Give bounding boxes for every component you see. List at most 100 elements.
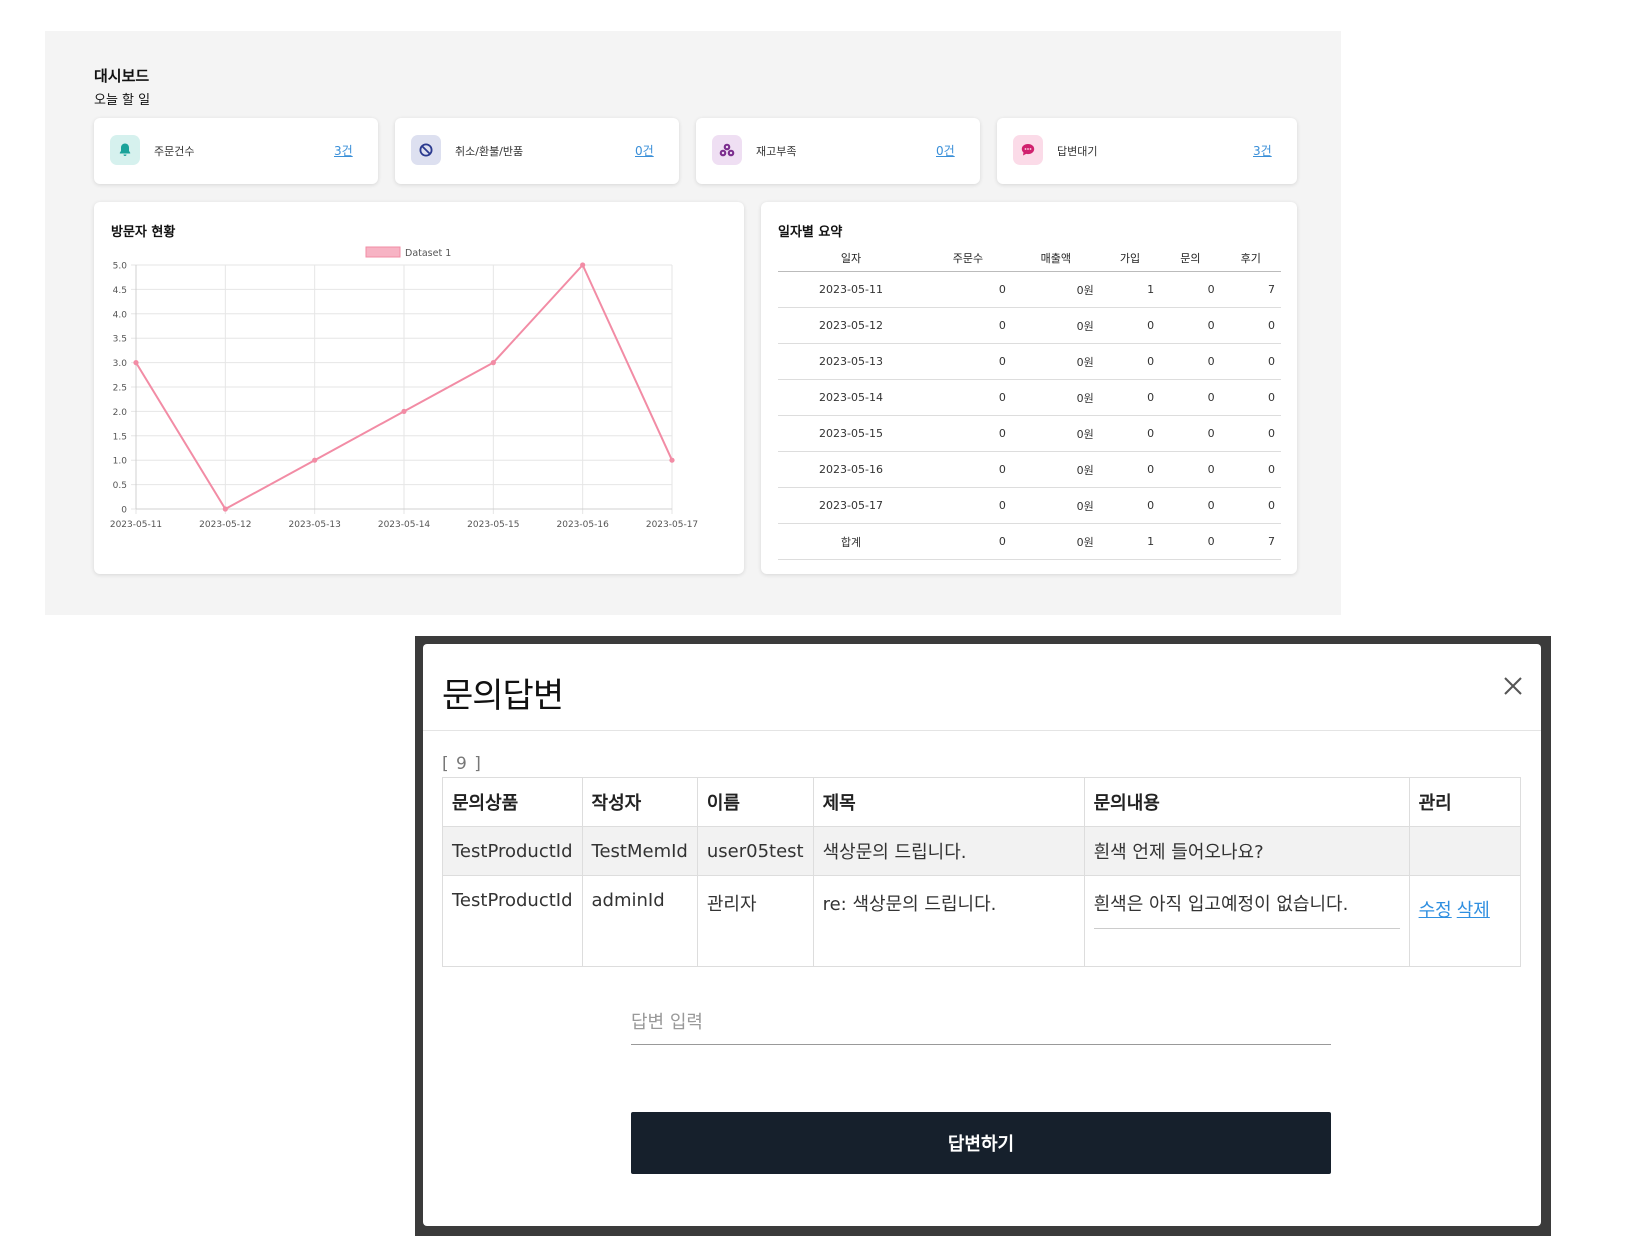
summary-row: 2023-05-17 0 0원 0 0 0 <box>778 487 1281 524</box>
column-header: 문의상품 <box>442 777 583 827</box>
data-point <box>133 360 139 366</box>
legend-swatch <box>365 246 401 258</box>
x-tick-label: 2023-05-16 <box>557 520 610 530</box>
y-tick-label: 4.5 <box>113 286 127 296</box>
y-tick-label: 3.0 <box>113 359 128 369</box>
value-cell: 0 <box>1160 415 1221 452</box>
todo-label: 답변대기 <box>1057 145 1098 158</box>
column-header: 주문수 <box>924 244 1012 272</box>
summary-row: 2023-05-11 0 0원 1 0 7 <box>778 271 1281 308</box>
date-cell: 합계 <box>778 523 924 560</box>
date-cell: 2023-05-16 <box>778 451 924 488</box>
summary-row: 2023-05-13 0 0원 0 0 0 <box>778 343 1281 380</box>
todo-label: 재고부족 <box>756 145 797 158</box>
column-header: 이름 <box>696 777 814 827</box>
chat-bubble-icon <box>1013 135 1043 165</box>
data-point <box>490 360 496 366</box>
value-cell: 0 <box>1220 451 1281 488</box>
y-tick-label: 1.0 <box>113 457 128 467</box>
bell-icon <box>110 135 140 165</box>
value-cell: 0 <box>1099 487 1161 524</box>
summary-row: 2023-05-14 0 0원 0 0 0 <box>778 379 1281 416</box>
value-cell: 0 <box>1099 451 1161 488</box>
value-cell: 0 <box>924 451 1012 488</box>
value-cell: 0 <box>924 415 1012 452</box>
x-tick-label: 2023-05-13 <box>289 520 341 530</box>
date-cell: 2023-05-11 <box>778 271 924 308</box>
value-cell: 0 <box>1160 379 1221 416</box>
todo-label: 주문건수 <box>154 145 195 158</box>
value-cell: 0 <box>1160 271 1221 308</box>
value-cell: 0 <box>1220 415 1281 452</box>
summary-row: 2023-05-15 0 0원 0 0 0 <box>778 415 1281 452</box>
delete-link[interactable]: 삭제 <box>1457 900 1490 921</box>
subject-cell: 색상문의 드립니다. <box>812 826 1085 876</box>
column-header: 작성자 <box>581 777 698 827</box>
close-icon[interactable] <box>1499 672 1527 700</box>
inquiry-number: [ 9 ] <box>442 754 482 774</box>
summary-header-row: 일자 주문수 매출액 가입 문의 후기 <box>778 244 1281 272</box>
value-cell: 0 <box>1220 343 1281 380</box>
y-tick-label: 2.5 <box>113 384 127 394</box>
value-cell: 1 <box>1099 523 1161 560</box>
y-tick-label: 5.0 <box>113 262 128 272</box>
date-cell: 2023-05-13 <box>778 343 924 380</box>
x-tick-label: 2023-05-11 <box>110 520 162 530</box>
todo-count-link[interactable]: 3건 <box>334 142 353 159</box>
visitor-line-chart: 0 0.5 1.0 1.5 2.0 2.5 3.0 3.5 4.0 4.5 5.0 2023-05-1… <box>110 246 698 530</box>
daily-summary-table: 일자 주문수 매출액 가입 문의 후기 2023-05-11 0 0원 1 0 7 2023… <box>778 244 1281 560</box>
y-tick-label: 3.5 <box>113 335 127 345</box>
prohibited-icon <box>411 135 441 165</box>
content-cell: 흰색은 아직 입고예정이 없습니다. <box>1083 875 1410 967</box>
writer-cell: TestMemId <box>581 826 698 876</box>
value-cell: 0 <box>1160 487 1221 524</box>
value-cell: 0원 <box>1011 343 1100 380</box>
value-cell: 0 <box>924 343 1012 380</box>
inquiry-row-question: TestProductId TestMemId user05test 색상문의 … <box>442 826 1522 876</box>
value-cell: 0 <box>1099 307 1161 344</box>
date-cell: 2023-05-14 <box>778 379 924 416</box>
name-cell: 관리자 <box>696 875 814 967</box>
todo-card-low-stock: 재고부족 0건 <box>696 118 980 184</box>
page-title: 대시보드 <box>94 67 150 85</box>
todo-count-link[interactable]: 0건 <box>936 142 955 159</box>
y-tick-label: 4.0 <box>113 310 128 320</box>
column-header: 문의내용 <box>1083 777 1410 827</box>
y-tick-label: 1.5 <box>113 432 127 442</box>
subject-cell: re: 색상문의 드립니다. <box>812 875 1085 967</box>
date-cell: 2023-05-17 <box>778 487 924 524</box>
value-cell: 0 <box>1220 379 1281 416</box>
todo-heading: 오늘 할 일 <box>94 93 151 108</box>
todo-count-link[interactable]: 0건 <box>635 142 654 159</box>
column-header: 일자 <box>778 244 924 272</box>
value-cell: 0 <box>924 379 1012 416</box>
data-point <box>222 506 228 512</box>
value-cell: 0 <box>1099 415 1161 452</box>
todo-count-link[interactable]: 3건 <box>1253 142 1272 159</box>
modal-title: 문의답변 <box>442 676 564 716</box>
value-cell: 0 <box>924 523 1012 560</box>
answer-input[interactable] <box>631 1000 1331 1045</box>
value-cell: 7 <box>1220 523 1281 560</box>
product-cell: TestProductId <box>442 875 583 967</box>
legend-label: Dataset 1 <box>405 248 451 259</box>
value-cell: 0 <box>1160 451 1221 488</box>
x-tick-label: 2023-05-12 <box>199 520 251 530</box>
value-cell: 0 <box>1220 487 1281 524</box>
submit-answer-button[interactable]: 답변하기 <box>631 1112 1331 1174</box>
writer-cell: adminId <box>581 875 698 967</box>
edit-link[interactable]: 수정 <box>1419 900 1452 921</box>
column-header: 문의 <box>1160 244 1221 272</box>
todo-card-orders: 주문건수 3건 <box>94 118 378 184</box>
value-cell: 0원 <box>1011 523 1100 560</box>
value-cell: 0 <box>1099 379 1161 416</box>
x-tick-label: 2023-05-14 <box>378 520 431 530</box>
date-cell: 2023-05-12 <box>778 307 924 344</box>
value-cell: 0 <box>1099 343 1161 380</box>
product-cell: TestProductId <box>442 826 583 876</box>
modal-backdrop: 문의답변 [ 9 ] 문의상품 작성자 이름 제목 문의내용 관리 TestPr… <box>415 636 1551 1236</box>
inquiry-header-row: 문의상품 작성자 이름 제목 문의내용 관리 <box>442 777 1522 827</box>
name-cell: user05test <box>696 826 814 876</box>
column-header: 가입 <box>1099 244 1161 272</box>
value-cell: 0 <box>924 271 1012 308</box>
